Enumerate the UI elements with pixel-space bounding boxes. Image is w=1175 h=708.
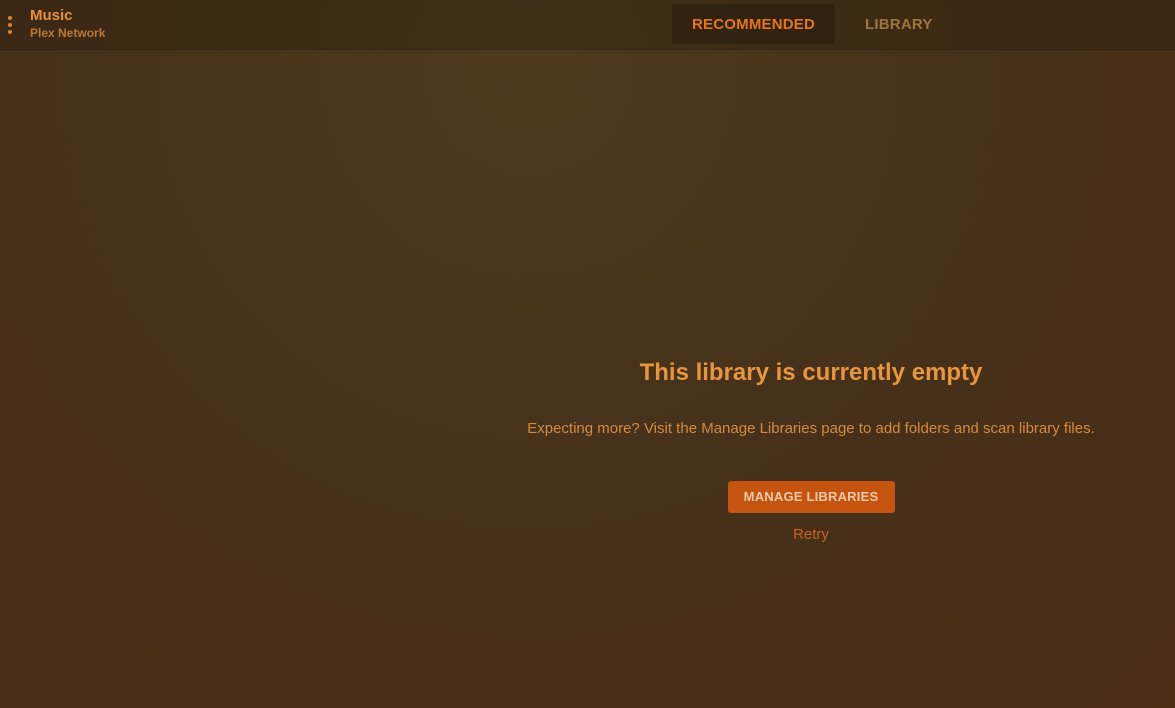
tab-recommended[interactable]: RECOMMENDED: [672, 4, 836, 44]
empty-state: This library is currently empty Expectin…: [450, 358, 1172, 544]
menu-dot: [8, 23, 12, 27]
manage-libraries-button[interactable]: MANAGE LIBRARIES: [727, 481, 895, 513]
menu-dot: [8, 30, 12, 34]
empty-state-description: Expecting more? Visit the Manage Librari…: [527, 420, 1095, 437]
empty-state-title: This library is currently empty: [639, 359, 983, 386]
tab-bar: RECOMMENDED LIBRARY: [672, 4, 953, 44]
server-name: Plex Network: [30, 26, 106, 40]
more-vertical-icon[interactable]: [6, 16, 14, 34]
menu-dot: [8, 16, 12, 20]
retry-link[interactable]: Retry: [450, 526, 1172, 544]
library-title-block: Music Plex Network: [30, 6, 105, 40]
top-bar: Music Plex Network RECOMMENDED LIBRARY: [0, 0, 1175, 50]
library-title: Music: [30, 7, 73, 24]
tab-library[interactable]: LIBRARY: [835, 4, 953, 44]
